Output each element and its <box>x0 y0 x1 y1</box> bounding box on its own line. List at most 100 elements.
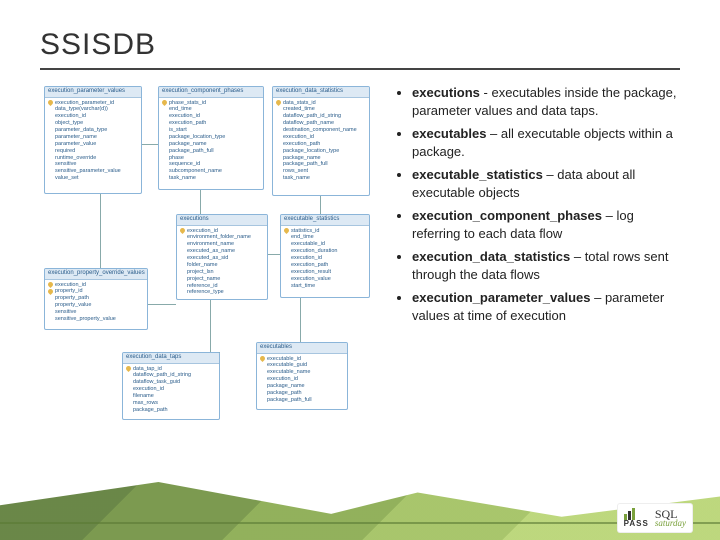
db-column-name: filename <box>133 393 154 400</box>
connector <box>268 254 280 255</box>
db-column-name: executable_name <box>267 369 310 376</box>
connector <box>300 298 301 342</box>
db-column-name: subcomponent_name <box>169 168 222 175</box>
db-table-exec_param_values: execution_parameter_valuesexecution_para… <box>44 86 142 194</box>
connector <box>200 190 201 214</box>
db-column-name: execution_id <box>55 282 86 289</box>
db-column: execution_parameter_id <box>48 100 138 107</box>
column-icon <box>48 162 53 167</box>
db-column-name: parameter_value <box>55 141 96 148</box>
db-column-name: execution_id <box>291 255 322 262</box>
column-icon <box>162 142 167 147</box>
column-icon <box>260 398 265 403</box>
db-column-name: execution_parameter_id <box>55 100 114 107</box>
db-column-name: executable_id <box>267 356 301 363</box>
db-column: sensitive <box>48 309 144 316</box>
db-column: execution_duration <box>284 248 366 255</box>
column-icon <box>162 128 167 133</box>
db-column-name: statistics_id <box>291 228 319 235</box>
column-icon <box>48 169 53 174</box>
db-column: execution_value <box>284 276 366 283</box>
column-icon <box>260 391 265 396</box>
db-column: execution_path <box>162 120 260 127</box>
db-column: phase_stats_id <box>162 100 260 107</box>
db-column: data_type(varchar(d)) <box>48 106 138 113</box>
db-column-name: dataflow_path_name <box>283 120 334 127</box>
db-column-name: property_id <box>55 288 83 295</box>
db-column: execution_id <box>284 255 366 262</box>
db-column: reference_type <box>180 289 264 296</box>
db-column: subcomponent_name <box>162 168 260 175</box>
column-icon <box>48 107 53 112</box>
db-column: phase <box>162 155 260 162</box>
db-column-name: dataflow_path_id_string <box>133 372 191 379</box>
column-icon <box>48 114 53 119</box>
db-table-header: executables <box>257 343 347 354</box>
db-column: runtime_override <box>48 155 138 162</box>
db-column-name: object_type <box>55 120 83 127</box>
column-icon <box>276 107 281 112</box>
db-column-name: end_time <box>291 234 314 241</box>
db-column-name: sensitive <box>55 309 76 316</box>
column-icon <box>162 114 167 119</box>
db-column-name: environment_name <box>187 241 234 248</box>
key-icon <box>162 100 167 105</box>
sql-text: SQL saturday <box>655 509 686 528</box>
db-column-name: created_time <box>283 106 315 113</box>
db-table-columns: execution_idenvironment_folder_nameenvir… <box>177 226 267 300</box>
db-column: executable_id <box>284 241 366 248</box>
db-column: dataflow_task_guid <box>126 379 216 386</box>
db-column-name: data_tap_id <box>133 366 162 373</box>
db-column: package_path <box>126 407 216 414</box>
db-column: value_set <box>48 175 138 182</box>
db-column-name: package_path_full <box>169 148 214 155</box>
db-column: rows_sent <box>276 168 366 175</box>
connector <box>100 194 101 268</box>
column-icon <box>126 394 131 399</box>
db-column: execution_id <box>180 228 264 235</box>
term: executions <box>412 85 480 100</box>
connector <box>320 196 321 214</box>
db-column: environment_name <box>180 241 264 248</box>
column-icon <box>48 149 53 154</box>
db-column-name: execution_id <box>267 376 298 383</box>
column-icon <box>48 121 53 126</box>
db-column: package_location_type <box>276 148 366 155</box>
column-icon <box>180 270 185 275</box>
db-column-name: folder_name <box>187 262 218 269</box>
db-column-name: executable_guid <box>267 362 307 369</box>
db-column: execution_id <box>276 134 366 141</box>
footer-stripe <box>0 482 720 540</box>
db-column-name: executed_as_name <box>187 248 235 255</box>
column-icon <box>284 277 289 282</box>
db-column: data_stats_id <box>276 100 366 107</box>
db-table-header: execution_component_phases <box>159 87 263 98</box>
db-column: project_name <box>180 276 264 283</box>
db-column: execution_path <box>276 141 366 148</box>
db-column-name: end_time <box>169 106 192 113</box>
db-column: package_location_type <box>162 134 260 141</box>
db-column-name: data_type(varchar(d)) <box>55 106 108 113</box>
column-icon <box>48 128 53 133</box>
db-column: sensitive <box>48 161 138 168</box>
column-icon <box>276 121 281 126</box>
key-icon <box>284 228 289 233</box>
column-icon <box>276 135 281 140</box>
db-column-name: parameter_data_type <box>55 127 107 134</box>
db-column: is_start <box>162 127 260 134</box>
db-column: environment_folder_name <box>180 234 264 241</box>
db-column-name: execution_path <box>291 262 328 269</box>
db-column: parameter_value <box>48 141 138 148</box>
db-column-name: package_location_type <box>169 134 225 141</box>
db-column-name: execution_id <box>133 386 164 393</box>
column-icon <box>126 380 131 385</box>
bullet-list: executions - executables inside the pack… <box>394 84 680 444</box>
column-icon <box>284 263 289 268</box>
db-column-name: package_path <box>133 407 168 414</box>
column-icon <box>284 249 289 254</box>
slide-footer: PASS SQL saturday <box>0 470 720 540</box>
term: execution_data_statistics <box>412 249 570 264</box>
db-column-name: task_name <box>283 175 310 182</box>
db-column: object_type <box>48 120 138 127</box>
db-column-name: property_path <box>55 295 89 302</box>
